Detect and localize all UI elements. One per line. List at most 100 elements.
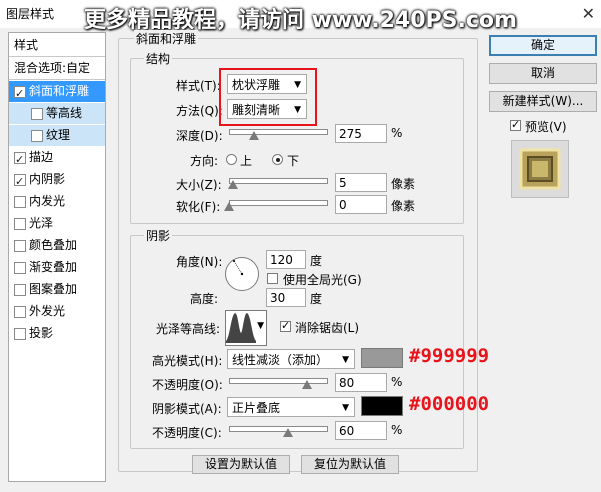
list-item-texture[interactable]: 纹理 — [9, 125, 105, 146]
depth-label: 深度(D): — [176, 129, 223, 143]
depth-slider-thumb[interactable] — [249, 131, 259, 140]
ok-button[interactable]: 确定 — [489, 35, 597, 56]
styles-header: 样式 — [14, 38, 39, 52]
highlight-frame — [219, 68, 317, 126]
size-label: 大小(Z): — [176, 178, 222, 192]
direction-up-label: 上 — [240, 154, 253, 168]
soften-slider[interactable] — [229, 200, 328, 206]
shadow-mode-label: 阴影模式(A): — [152, 402, 222, 416]
antialias-checkbox[interactable] — [280, 319, 291, 332]
highlight-opacity-slider[interactable] — [229, 378, 328, 384]
direction-down-radio[interactable] — [272, 154, 283, 165]
size-slider[interactable] — [229, 178, 328, 184]
checkbox[interactable] — [14, 218, 26, 230]
list-item-inner-shadow[interactable]: 内阴影 — [9, 169, 105, 192]
highlight-opacity-label: 不透明度(O): — [152, 378, 223, 392]
highlight-opacity-unit: % — [391, 375, 403, 389]
list-item-inner-glow[interactable]: 内发光 — [9, 191, 105, 212]
angle-unit: 度 — [310, 254, 323, 268]
checkbox[interactable] — [14, 171, 26, 192]
method-label: 方法(Q): — [176, 104, 223, 118]
checkbox[interactable] — [31, 108, 43, 120]
soften-label: 软化(F): — [176, 200, 221, 214]
checkbox[interactable] — [14, 83, 26, 104]
checkbox[interactable] — [14, 240, 26, 252]
highlight-opacity-field[interactable]: 80 — [335, 373, 387, 392]
checkbox[interactable] — [14, 328, 26, 340]
checkbox[interactable] — [31, 130, 43, 142]
make-default-button[interactable]: 设置为默认值 — [192, 455, 290, 474]
highlight-color-annotation: #999999 — [409, 345, 490, 367]
structure-title: 结构 — [144, 50, 173, 67]
chevron-down-icon: ▼ — [342, 403, 349, 413]
direction-down-label: 下 — [287, 154, 300, 168]
direction-up-radio[interactable] — [226, 154, 237, 165]
depth-unit: % — [391, 126, 403, 140]
checkbox[interactable] — [14, 284, 26, 296]
bevel-emboss-title: 斜面和浮雕 — [134, 30, 199, 47]
checkbox[interactable] — [14, 196, 26, 208]
list-item-color-overlay[interactable]: 颜色叠加 — [9, 235, 105, 256]
gloss-contour-label: 光泽等高线: — [156, 322, 221, 336]
window-title: 图层样式 — [6, 7, 55, 21]
list-item-gradient-overlay[interactable]: 渐变叠加 — [9, 257, 105, 278]
angle-field[interactable]: 120 — [266, 250, 306, 269]
new-style-button[interactable]: 新建样式(W)... — [489, 91, 597, 112]
list-item-pattern-overlay[interactable]: 图案叠加 — [9, 279, 105, 300]
angle-dial[interactable] — [224, 256, 260, 292]
shadow-opacity-thumb[interactable] — [283, 428, 293, 437]
direction-label: 方向: — [190, 154, 219, 168]
antialias-label: 消除锯齿(L) — [295, 321, 360, 335]
size-unit: 像素 — [391, 177, 416, 191]
list-item-stroke[interactable]: 描边 — [9, 147, 105, 170]
shadow-opacity-unit: % — [391, 423, 403, 437]
shadow-color-swatch[interactable] — [361, 396, 403, 416]
shadow-opacity-label: 不透明度(C): — [152, 426, 222, 440]
shadow-mode-select[interactable]: 正片叠底 ▼ — [227, 397, 355, 417]
checkbox[interactable] — [14, 149, 26, 170]
altitude-unit: 度 — [310, 292, 323, 306]
soften-slider-thumb[interactable] — [224, 202, 234, 211]
checkbox[interactable] — [14, 306, 26, 318]
shading-title: 阴影 — [144, 227, 173, 244]
gloss-contour-picker[interactable]: ▼ — [225, 310, 267, 346]
chevron-down-icon: ▼ — [342, 355, 349, 365]
depth-slider[interactable] — [229, 129, 328, 135]
shadow-opacity-slider[interactable] — [229, 426, 328, 432]
styles-list: 样式 混合选项:自定 斜面和浮雕 等高线 纹理 描边 内阴影 内发光 光泽 颜色… — [8, 32, 106, 482]
soften-unit: 像素 — [391, 199, 416, 213]
checkbox[interactable] — [14, 262, 26, 274]
list-item-contour[interactable]: 等高线 — [9, 103, 105, 124]
divider — [9, 56, 105, 57]
cancel-button[interactable]: 取消 — [489, 63, 597, 84]
list-item-blending-options[interactable]: 混合选项:自定 — [9, 58, 105, 79]
global-light-checkbox[interactable] — [267, 273, 278, 284]
highlight-color-swatch[interactable] — [361, 348, 403, 368]
contour-curve-icon — [226, 313, 256, 343]
altitude-field[interactable]: 30 — [266, 288, 306, 307]
global-light-label: 使用全局光(G) — [283, 273, 362, 287]
list-item-satin[interactable]: 光泽 — [9, 213, 105, 234]
highlight-opacity-thumb[interactable] — [302, 380, 312, 389]
altitude-label: 高度: — [190, 292, 219, 306]
angle-label: 角度(N): — [176, 255, 223, 269]
list-item-drop-shadow[interactable]: 投影 — [9, 323, 105, 344]
highlight-mode-select[interactable]: 线性减淡（添加） ▼ — [227, 349, 355, 369]
reset-default-button[interactable]: 复位为默认值 — [301, 455, 399, 474]
style-preview-thumbnail — [511, 140, 569, 198]
divider — [9, 79, 105, 80]
size-field[interactable]: 5 — [335, 173, 387, 192]
list-item-bevel-emboss[interactable]: 斜面和浮雕 — [9, 81, 105, 104]
style-label: 样式(T): — [176, 79, 221, 93]
shadow-color-annotation: #000000 — [409, 393, 490, 415]
soften-field[interactable]: 0 — [335, 195, 387, 214]
shadow-opacity-field[interactable]: 60 — [335, 421, 387, 440]
depth-field[interactable]: 275 — [335, 124, 387, 143]
highlight-mode-label: 高光模式(H): — [152, 354, 223, 368]
chevron-down-icon: ▼ — [257, 321, 264, 331]
size-slider-thumb[interactable] — [228, 180, 238, 189]
preview-label: 预览(V) — [525, 120, 567, 134]
close-icon[interactable]: ✕ — [582, 4, 595, 23]
list-item-outer-glow[interactable]: 外发光 — [9, 301, 105, 322]
preview-checkbox[interactable] — [510, 118, 521, 131]
